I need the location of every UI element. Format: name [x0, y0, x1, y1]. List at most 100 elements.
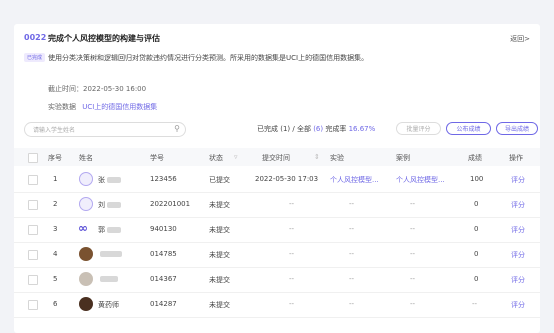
score: -- [472, 300, 478, 308]
table-row: 6 黄药师 014287 未提交 -- -- -- -- 评分 [14, 292, 540, 318]
case-link: -- [410, 225, 416, 233]
search-input[interactable]: 请输入学生姓名 [33, 125, 75, 134]
export-grades-button[interactable]: 导出成绩 [496, 122, 538, 135]
row-checkbox[interactable] [28, 200, 38, 210]
grade-button[interactable]: 评分 [511, 250, 525, 260]
grade-button[interactable]: 评分 [511, 225, 525, 235]
row-checkbox[interactable] [28, 250, 38, 260]
student-name: 郭 [98, 225, 121, 235]
completion-rate: 16.67% [348, 125, 376, 133]
student-name [98, 275, 118, 283]
grade-button[interactable]: 评分 [511, 200, 525, 210]
experiment-link[interactable]: 个人风控模型... [330, 175, 379, 185]
experiment-link: -- [349, 300, 355, 308]
row-checkbox[interactable] [28, 175, 38, 185]
experiment-link[interactable]: UCI上的德国信用数据集 [82, 103, 157, 111]
submit-time: 2022-05-30 17:03 [255, 175, 319, 183]
infinity-avatar-icon: ∞ [78, 221, 88, 235]
submit-time: -- [289, 275, 295, 283]
total-count: (6) [313, 125, 324, 133]
row-index: 2 [53, 200, 58, 208]
task-title: 完成个人风控模型的构建与评估 [48, 34, 160, 43]
col-status: 状态 [209, 154, 223, 162]
task-card: 0022 完成个人风控模型的构建与评估 返回> 已完成 使用分类决策树和逻辑回归… [14, 24, 540, 333]
score: 100 [470, 175, 484, 183]
student-name [98, 250, 122, 258]
row-checkbox[interactable] [28, 300, 38, 310]
case-link: -- [410, 275, 416, 283]
batch-grade-button[interactable]: 批量评分 [396, 122, 441, 135]
sort-icon[interactable]: ⇕ [314, 153, 320, 161]
score: 0 [474, 250, 479, 258]
row-checkbox[interactable] [28, 225, 38, 235]
table-row: 5 014367 未提交 -- -- -- 0 评分 [14, 267, 540, 293]
score: 0 [474, 225, 479, 233]
submission-status: 未提交 [209, 201, 230, 209]
task-header: 0022 完成个人风控模型的构建与评估 返回> [24, 33, 530, 49]
select-all-checkbox[interactable] [28, 153, 38, 163]
submit-time: -- [289, 300, 295, 308]
row-index: 1 [53, 175, 58, 183]
col-submit-time: 提交时间 [262, 154, 290, 162]
table-row: 4 014785 未提交 -- -- -- 0 评分 [14, 242, 540, 268]
experiment-label: 实验数据 [48, 103, 76, 111]
experiment-link: -- [349, 225, 355, 233]
table-row: 1 张 123456 已提交 2022-05-30 17:03 个人风控模型..… [14, 167, 540, 193]
score: 0 [474, 200, 479, 208]
photo-avatar-icon [79, 272, 93, 286]
search-icon[interactable]: ⚲ [174, 124, 180, 133]
total-label: / 全部 [290, 125, 311, 133]
grade-button[interactable]: 评分 [511, 275, 525, 285]
case-link: -- [410, 250, 416, 258]
task-code: 0022 [24, 33, 47, 42]
submission-status: 已提交 [209, 176, 230, 184]
row-checkbox[interactable] [28, 275, 38, 285]
deadline: 截止时间：2022-05-30 16:00 [48, 85, 147, 93]
case-link[interactable]: 个人风控模型... [396, 175, 445, 185]
submit-time: -- [289, 225, 295, 233]
photo-avatar-icon [79, 247, 93, 261]
completion-stats: 已完成 (1) / 全部 (6) 完成率 16.67% [257, 124, 375, 134]
back-link[interactable]: 返回> [510, 34, 530, 44]
student-id: 202201001 [150, 200, 191, 208]
completed-label: 已完成 [257, 125, 278, 133]
submission-status: 未提交 [209, 226, 230, 234]
submission-status: 未提交 [209, 301, 230, 309]
experiment-link: -- [349, 250, 355, 258]
col-score: 成绩 [468, 154, 482, 162]
student-id: 014367 [150, 275, 177, 283]
student-name: 刘 [98, 200, 121, 210]
table-row: 3 ∞ 郭 940130 未提交 -- -- -- 0 评分 [14, 217, 540, 243]
user-avatar-icon [79, 197, 93, 211]
col-case: 案例 [396, 154, 410, 162]
student-id: 123456 [150, 175, 177, 183]
row-index: 3 [53, 225, 58, 233]
rate-label: 完成率 [323, 125, 347, 133]
col-name: 姓名 [79, 154, 93, 162]
col-experiment: 实验 [330, 154, 344, 162]
student-id: 014785 [150, 250, 177, 258]
status-badge: 已完成 [24, 53, 46, 62]
case-link: -- [410, 300, 416, 308]
table-row: 2 刘 202201001 未提交 -- -- -- 0 评分 [14, 192, 540, 218]
submit-time: -- [289, 250, 295, 258]
score: 0 [474, 275, 479, 283]
grade-button[interactable]: 评分 [511, 300, 525, 310]
filter-icon[interactable]: ▿ [234, 153, 238, 161]
user-avatar-icon [79, 172, 93, 186]
publish-grades-button[interactable]: 公布成绩 [446, 122, 491, 135]
table-header: 序号 姓名 学号 状态 ▿ 提交时间 ⇕ 实验 案例 成绩 操作 [14, 148, 540, 166]
student-search[interactable]: 请输入学生姓名 ⚲ [24, 122, 186, 137]
grade-button[interactable]: 评分 [511, 175, 525, 185]
completed-count: (1) [280, 125, 291, 133]
student-id: 940130 [150, 225, 177, 233]
case-link: -- [410, 200, 416, 208]
row-index: 6 [53, 300, 58, 308]
submit-time: -- [289, 200, 295, 208]
row-index: 5 [53, 275, 58, 283]
submission-status: 未提交 [209, 276, 230, 284]
task-description: 使用分类决策树和逻辑回归对贷款违约情况进行分类预测。所采用的数据集是UCI上的德… [48, 54, 369, 62]
experiment-data: 实验数据 UCI上的德国信用数据集 [48, 102, 157, 112]
col-student-id: 学号 [150, 154, 164, 162]
student-id: 014287 [150, 300, 177, 308]
